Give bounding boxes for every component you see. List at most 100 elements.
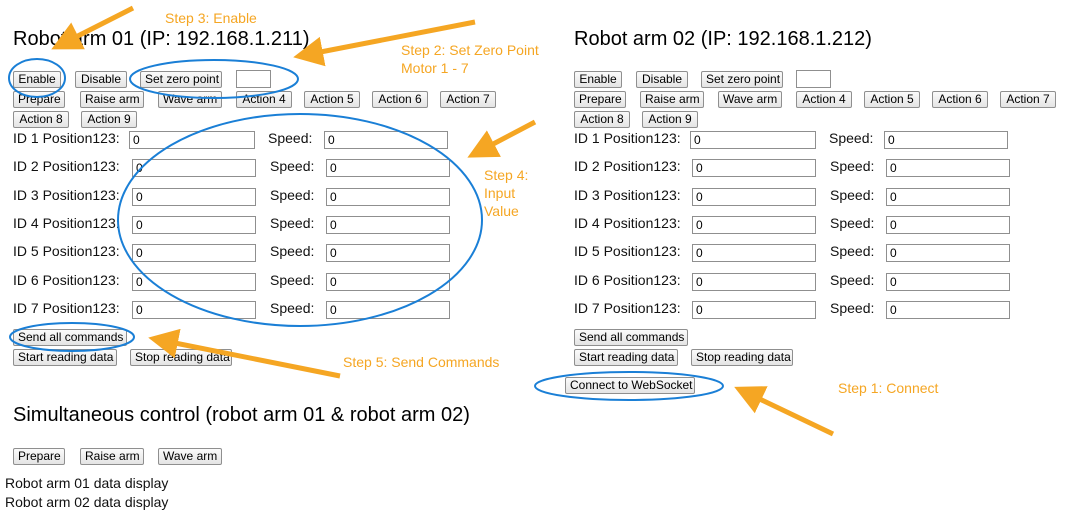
arm1-id3-speed-label: Speed: <box>270 187 315 203</box>
arm1-prepare-button[interactable]: Prepare <box>13 91 65 108</box>
arm1-id6-speed-input[interactable] <box>326 273 450 291</box>
arm2-stop-reading-button[interactable]: Stop reading data <box>691 349 793 366</box>
arm1-title: Robot arm 01 (IP: 192.168.1.211) <box>13 28 310 50</box>
arm1-id3-position-input[interactable] <box>132 188 256 206</box>
simultaneous-title: Simultaneous control (robot arm 01 & rob… <box>13 404 470 426</box>
arm2-id6-position-input[interactable] <box>692 273 816 291</box>
connect-websocket-button[interactable]: Connect to WebSocket <box>565 377 695 394</box>
arm2-action8-button[interactable]: Action 8 <box>574 111 630 128</box>
step2-note-line1: Step 2: Set Zero Point <box>401 42 539 58</box>
arm2-id7-label: ID 7 Position123: <box>574 300 681 316</box>
arm2-id3-label: ID 3 Position123: <box>574 187 681 203</box>
arm2-raise-arm-button[interactable]: Raise arm <box>640 91 704 108</box>
arm1-send-all-button[interactable]: Send all commands <box>13 329 127 346</box>
arm2-id6-label: ID 6 Position123: <box>574 272 681 288</box>
arm1-id4-position-input[interactable] <box>132 216 256 234</box>
arm2-id1-speed-input[interactable] <box>884 131 1008 149</box>
arm2-id5-label: ID 5 Position123: <box>574 243 681 259</box>
arm1-action7-button[interactable]: Action 7 <box>440 91 496 108</box>
arm2-id5-speed-input[interactable] <box>886 244 1010 262</box>
arm2-id4-speed-label: Speed: <box>830 215 875 231</box>
arm2-id7-speed-input[interactable] <box>886 301 1010 319</box>
arm1-action4-button[interactable]: Action 4 <box>236 91 292 108</box>
arm1-id1-label: ID 1 Position123: <box>13 130 120 146</box>
arm1-disable-button[interactable]: Disable <box>75 71 127 88</box>
arm1-wave-arm-button[interactable]: Wave arm <box>158 91 222 108</box>
arm2-title: Robot arm 02 (IP: 192.168.1.212) <box>574 28 872 50</box>
arm1-stop-reading-button[interactable]: Stop reading data <box>130 349 232 366</box>
arm1-id2-speed-input[interactable] <box>326 159 450 177</box>
arm2-action7-button[interactable]: Action 7 <box>1000 91 1056 108</box>
arm2-id1-speed-label: Speed: <box>829 130 874 146</box>
arm1-id3-label: ID 3 Position123: <box>13 187 120 203</box>
arm2-action9-button[interactable]: Action 9 <box>642 111 698 128</box>
arm2-id4-position-input[interactable] <box>692 216 816 234</box>
arm2-id1-position-input[interactable] <box>690 131 816 149</box>
arm1-id6-speed-label: Speed: <box>270 272 315 288</box>
arm2-id6-speed-input[interactable] <box>886 273 1010 291</box>
step1-arrow <box>734 386 835 437</box>
arm2-wave-arm-button[interactable]: Wave arm <box>718 91 782 108</box>
simul-raise-arm-button[interactable]: Raise arm <box>80 448 144 465</box>
step4-note-line2: Input <box>484 185 516 201</box>
arm1-id4-label: ID 4 Position123: <box>13 215 120 231</box>
arm1-enable-button[interactable]: Enable <box>13 71 61 88</box>
step2-note-line2: Motor 1 - 7 <box>401 60 469 76</box>
arm1-id5-speed-input[interactable] <box>326 244 450 262</box>
arm1-id1-speed-input[interactable] <box>324 131 448 149</box>
arm2-enable-button[interactable]: Enable <box>574 71 622 88</box>
arm2-id2-speed-label: Speed: <box>830 158 875 174</box>
arm1-id1-position-input[interactable] <box>129 131 255 149</box>
arm2-id2-position-input[interactable] <box>692 159 816 177</box>
arm2-id7-position-input[interactable] <box>692 301 816 319</box>
arm2-data-display: Robot arm 02 data display <box>5 494 169 510</box>
arm1-id4-speed-label: Speed: <box>270 215 315 231</box>
arm1-id7-position-input[interactable] <box>132 301 256 319</box>
arm2-id7-speed-label: Speed: <box>830 300 875 316</box>
arm2-set-zero-button[interactable]: Set zero point <box>701 71 783 88</box>
step4-note-line1: Step 4: <box>484 167 529 183</box>
arm2-action6-button[interactable]: Action 6 <box>932 91 988 108</box>
arm1-id3-speed-input[interactable] <box>326 188 450 206</box>
arm2-id5-speed-label: Speed: <box>830 243 875 259</box>
arm1-id7-speed-label: Speed: <box>270 300 315 316</box>
arm1-action8-button[interactable]: Action 8 <box>13 111 69 128</box>
arm2-zero-input[interactable] <box>796 70 831 88</box>
arm1-id7-speed-input[interactable] <box>326 301 450 319</box>
arm1-id5-speed-label: Speed: <box>270 243 315 259</box>
arm1-action5-button[interactable]: Action 5 <box>304 91 360 108</box>
arm2-id1-label: ID 1 Position123: <box>574 130 681 146</box>
arm1-id5-label: ID 5 Position123: <box>13 243 120 259</box>
arm1-start-reading-button[interactable]: Start reading data <box>13 349 117 366</box>
arm2-id2-speed-input[interactable] <box>886 159 1010 177</box>
simul-prepare-button[interactable]: Prepare <box>13 448 65 465</box>
arm2-action4-button[interactable]: Action 4 <box>796 91 852 108</box>
step1-note: Step 1: Connect <box>838 380 939 396</box>
arm1-id4-speed-input[interactable] <box>326 216 450 234</box>
arm2-id5-position-input[interactable] <box>692 244 816 262</box>
arm2-prepare-button[interactable]: Prepare <box>574 91 626 108</box>
arm2-id3-position-input[interactable] <box>692 188 816 206</box>
arm1-action9-button[interactable]: Action 9 <box>81 111 137 128</box>
arm1-id2-position-input[interactable] <box>132 159 256 177</box>
arm2-disable-button[interactable]: Disable <box>636 71 688 88</box>
arm2-action5-button[interactable]: Action 5 <box>864 91 920 108</box>
arm1-set-zero-button[interactable]: Set zero point <box>140 71 222 88</box>
arm2-id6-speed-label: Speed: <box>830 272 875 288</box>
arm2-send-all-button[interactable]: Send all commands <box>574 329 688 346</box>
arm1-id2-label: ID 2 Position123: <box>13 158 120 174</box>
step5-note: Step 5: Send Commands <box>343 354 500 370</box>
arm2-id4-speed-input[interactable] <box>886 216 1010 234</box>
arm2-start-reading-button[interactable]: Start reading data <box>574 349 678 366</box>
arm1-raise-arm-button[interactable]: Raise arm <box>80 91 144 108</box>
arm1-id6-position-input[interactable] <box>132 273 256 291</box>
arm1-id2-speed-label: Speed: <box>270 158 315 174</box>
step4-note-line3: Value <box>484 203 519 219</box>
arm1-action6-button[interactable]: Action 6 <box>372 91 428 108</box>
arm2-id2-label: ID 2 Position123: <box>574 158 681 174</box>
arm1-zero-input[interactable] <box>236 70 271 88</box>
arm1-id6-label: ID 6 Position123: <box>13 272 120 288</box>
arm2-id3-speed-input[interactable] <box>886 188 1010 206</box>
arm1-id5-position-input[interactable] <box>132 244 256 262</box>
simul-wave-arm-button[interactable]: Wave arm <box>158 448 222 465</box>
